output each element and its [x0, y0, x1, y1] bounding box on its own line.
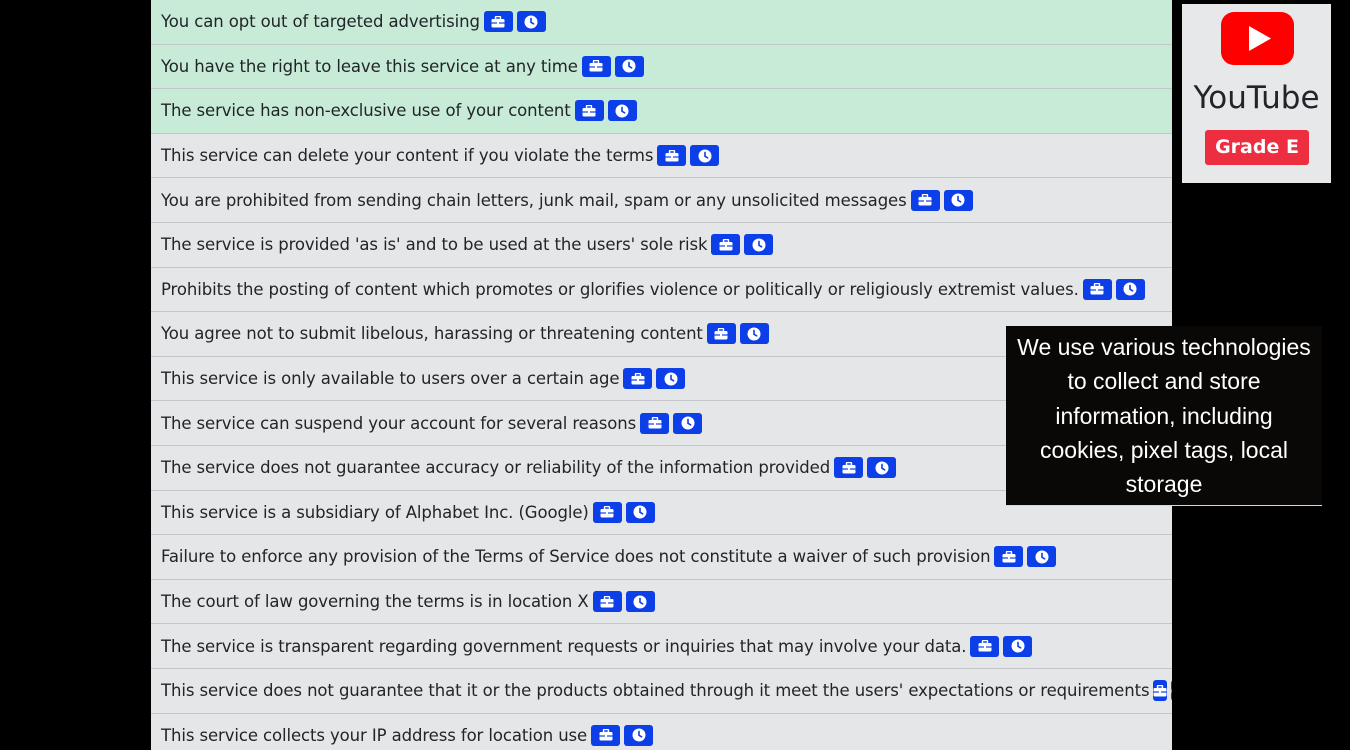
clock-icon[interactable]: [1003, 635, 1033, 657]
point-text: The service is transparent regarding gov…: [161, 636, 967, 656]
point-text: The service can suspend your account for…: [161, 413, 637, 433]
briefcase-icon[interactable]: [1082, 278, 1112, 300]
point-row[interactable]: Prohibits the posting of content which p…: [151, 267, 1172, 313]
briefcase-icon[interactable]: [910, 189, 940, 211]
point-text: The service is provided 'as is' and to b…: [161, 235, 708, 255]
point-row[interactable]: The service is transparent regarding gov…: [151, 624, 1172, 669]
point-text: You can opt out of targeted advertising: [161, 12, 480, 32]
clock-icon[interactable]: [739, 323, 769, 345]
clock-icon[interactable]: [625, 501, 655, 523]
clock-icon[interactable]: [690, 145, 720, 167]
briefcase-icon[interactable]: [711, 234, 741, 256]
clock-icon[interactable]: [607, 100, 637, 122]
clock-icon[interactable]: [867, 457, 897, 479]
point-text: The court of law governing the terms is …: [161, 592, 589, 612]
briefcase-icon[interactable]: [706, 323, 736, 345]
point-text: This service is a subsidiary of Alphabet…: [161, 502, 589, 522]
briefcase-icon[interactable]: [574, 100, 604, 122]
point-row[interactable]: The service is provided 'as is' and to b…: [151, 222, 1172, 268]
briefcase-icon[interactable]: [592, 501, 622, 523]
point-row[interactable]: You are prohibited from sending chain le…: [151, 178, 1172, 223]
briefcase-icon[interactable]: [657, 145, 687, 167]
point-text: You have the right to leave this service…: [161, 56, 578, 76]
clock-icon[interactable]: [1171, 680, 1172, 702]
point-text: This service can delete your content if …: [161, 146, 654, 166]
briefcase-icon[interactable]: [592, 591, 622, 613]
point-text: Prohibits the posting of content which p…: [161, 279, 1079, 299]
point-row[interactable]: This service collects your IP address fo…: [151, 713, 1172, 750]
clock-icon[interactable]: [744, 234, 774, 256]
briefcase-icon[interactable]: [591, 724, 621, 746]
youtube-logo-icon: [1221, 12, 1294, 65]
clock-icon[interactable]: [614, 55, 644, 77]
briefcase-icon[interactable]: [994, 546, 1024, 568]
clock-icon[interactable]: [625, 591, 655, 613]
clock-icon[interactable]: [1027, 546, 1057, 568]
point-row[interactable]: The service has non-exclusive use of you…: [151, 89, 1172, 134]
briefcase-icon[interactable]: [970, 635, 1000, 657]
service-name: YouTube: [1193, 80, 1320, 116]
briefcase-icon[interactable]: [640, 412, 670, 434]
point-row[interactable]: The court of law governing the terms is …: [151, 579, 1172, 625]
tooltip: We use various technologies to collect a…: [1006, 326, 1322, 506]
point-text: You agree not to submit libelous, harass…: [161, 324, 703, 344]
clock-icon[interactable]: [1115, 278, 1145, 300]
briefcase-icon[interactable]: [483, 11, 513, 33]
briefcase-icon[interactable]: [1153, 680, 1168, 702]
clock-icon[interactable]: [943, 189, 973, 211]
point-row[interactable]: Failure to enforce any provision of the …: [151, 535, 1172, 580]
service-card[interactable]: YouTube Grade E: [1182, 4, 1331, 183]
point-row[interactable]: This service does not guarantee that it …: [151, 668, 1172, 714]
point-row[interactable]: You can opt out of targeted advertising: [151, 0, 1172, 45]
briefcase-icon[interactable]: [834, 457, 864, 479]
clock-icon[interactable]: [656, 368, 686, 390]
clock-icon[interactable]: [673, 412, 703, 434]
point-text: Failure to enforce any provision of the …: [161, 547, 991, 567]
point-text: This service is only available to users …: [161, 369, 620, 389]
point-text: The service does not guarantee accuracy …: [161, 458, 831, 478]
briefcase-icon[interactable]: [623, 368, 653, 390]
point-text: You are prohibited from sending chain le…: [161, 190, 907, 210]
point-row[interactable]: This service can delete your content if …: [151, 133, 1172, 179]
point-text: This service does not guarantee that it …: [161, 681, 1150, 701]
clock-icon[interactable]: [516, 11, 546, 33]
grade-badge: Grade E: [1205, 130, 1309, 165]
point-text: The service has non-exclusive use of you…: [161, 101, 571, 121]
clock-icon[interactable]: [624, 724, 654, 746]
point-text: This service collects your IP address fo…: [161, 725, 588, 745]
briefcase-icon[interactable]: [581, 55, 611, 77]
stage: You can opt out of targeted advertising Y…: [0, 0, 1350, 750]
point-row[interactable]: You have the right to leave this service…: [151, 44, 1172, 90]
